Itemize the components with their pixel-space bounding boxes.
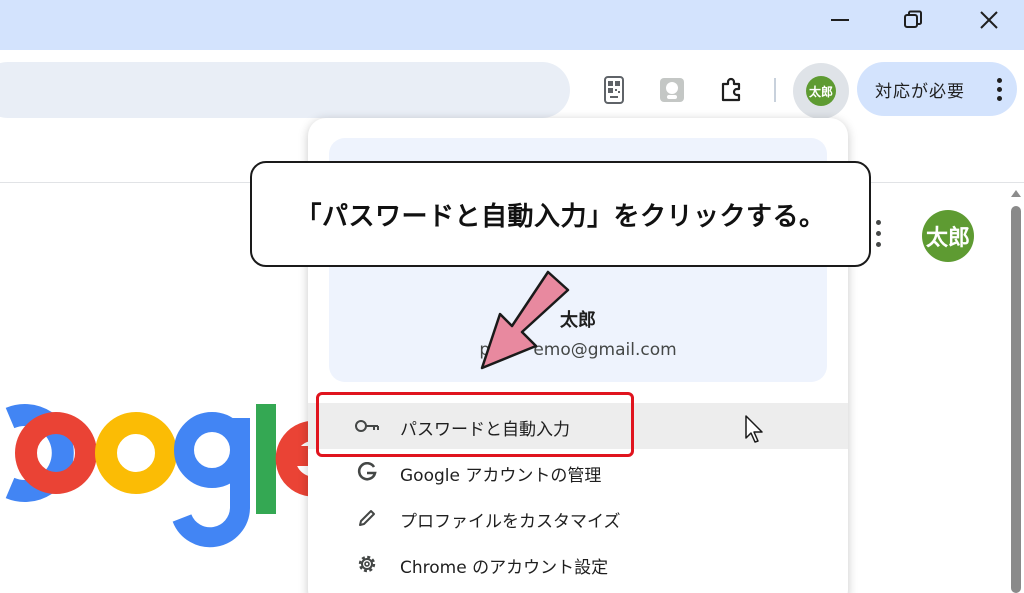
action-required-label: 対応が必要 <box>875 81 965 102</box>
qr-code-button[interactable] <box>596 72 632 108</box>
menu-item-customize-profile[interactable]: プロファイルをカスタマイズ <box>308 495 848 541</box>
mouse-cursor-icon <box>745 415 763 443</box>
menu-item-label: Chrome のアカウント設定 <box>400 558 609 578</box>
menu-item-label: プロファイルをカスタマイズ <box>400 512 621 532</box>
maximize-icon <box>904 10 922 28</box>
close-window-button[interactable] <box>969 3 1009 37</box>
extensions-button[interactable] <box>713 72 749 108</box>
scroll-up-icon[interactable] <box>1011 190 1021 197</box>
three-dots-vertical-icon <box>997 78 1003 102</box>
title-bar <box>0 0 1024 50</box>
profile-card-icon <box>660 78 684 102</box>
profile-card-button[interactable] <box>654 72 690 108</box>
avatar: 太郎 <box>806 76 836 106</box>
menu-item-chrome-account-settings[interactable]: Chrome のアカウント設定 <box>308 541 848 587</box>
scrollbar[interactable] <box>1008 190 1024 593</box>
profile-button[interactable]: 太郎 <box>793 63 849 119</box>
page-menu-icon[interactable] <box>876 220 884 250</box>
highlight-box <box>316 392 634 457</box>
action-required-button[interactable]: 対応が必要 <box>857 62 1017 116</box>
google-logo <box>0 378 330 578</box>
page-avatar[interactable]: 太郎 <box>922 210 974 262</box>
toolbar-separator <box>774 78 776 102</box>
menu-item-label: Google アカウントの管理 <box>400 466 602 486</box>
pointer-arrow-icon <box>480 270 570 370</box>
instruction-callout: 「パスワードと自動入力」をクリックする。 <box>250 161 871 267</box>
callout-text: 「パスワードと自動入力」をクリックする。 <box>295 201 826 232</box>
scrollbar-thumb[interactable] <box>1011 206 1021 593</box>
minimize-button[interactable] <box>820 3 860 37</box>
close-icon <box>980 11 998 29</box>
gear-icon <box>354 552 380 576</box>
minimize-icon <box>831 19 849 21</box>
extensions-icon <box>721 77 741 102</box>
qr-code-icon <box>604 76 624 104</box>
google-g-icon <box>354 460 380 484</box>
pencil-icon <box>354 506 380 530</box>
address-bar[interactable] <box>0 62 570 118</box>
maximize-button[interactable] <box>893 3 933 37</box>
